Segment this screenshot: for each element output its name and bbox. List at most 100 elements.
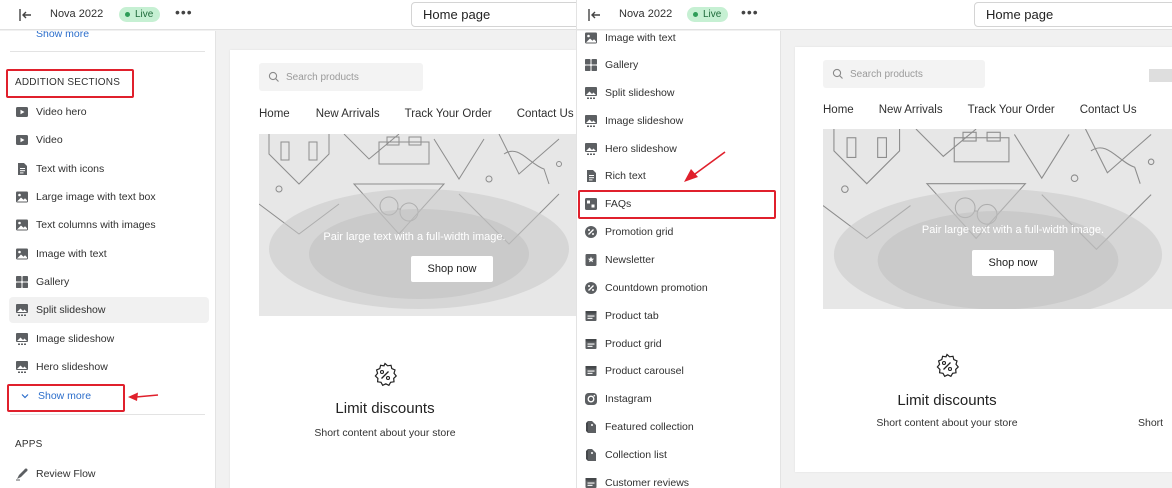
section-item-promotion-grid[interactable]: Promotion grid [578,219,774,245]
editor-topbar: Nova 2022 Live ••• Home page [0,0,576,30]
collection-icon [584,448,598,462]
store-name: Nova 2022 [619,8,673,20]
section-item-instagram[interactable]: Instagram [578,386,774,412]
section-item-image-with-text[interactable]: Image with text [578,31,774,51]
slideshow-icon [15,360,29,374]
page-selector[interactable]: Home page [974,2,1172,27]
discount-icon [584,281,598,295]
editor-panel-left: Nova 2022 Live ••• Home page Show more A… [0,0,576,488]
section-item-featured-collection[interactable]: Featured collection [578,414,774,440]
nav-link-track-order[interactable]: Track Your Order [405,108,492,120]
section-item-gallery[interactable]: Gallery [9,269,209,295]
app-item-review-flow[interactable]: Review Flow [9,461,209,487]
grid-icon [584,58,598,72]
page-selector[interactable]: Home page [411,2,576,27]
nav-link-track-order[interactable]: Track Your Order [968,104,1055,116]
review-icon [15,467,29,481]
shop-now-button[interactable]: Shop now [972,250,1054,276]
section-item-image-slideshow[interactable]: Image slideshow [578,108,774,134]
editor-topbar: Nova 2022 Live ••• Home page [577,0,1172,30]
search-icon [268,71,280,83]
promo-subtitle-partial: Short [1138,417,1164,429]
more-actions-button[interactable]: ••• [175,4,193,20]
highlight-addition-sections [6,69,134,98]
search-input[interactable]: Search products [823,60,985,88]
section-item-rich-text[interactable]: Rich text [578,163,774,189]
nav-link-home[interactable]: Home [823,104,854,116]
section-item-countdown-promotion[interactable]: Countdown promotion [578,275,774,301]
video-icon [15,133,29,147]
section-item-newsletter[interactable]: Newsletter [578,247,774,273]
divider [10,414,205,415]
slideshow-icon [584,114,598,128]
slideshow-icon [584,142,598,156]
hero-banner: Pair large text with a full-width image.… [823,129,1172,309]
section-item-customer-reviews[interactable]: Customer reviews [578,470,774,488]
section-item-large-image-text-box[interactable]: Large image with text box [9,184,209,210]
section-item-hero-slideshow[interactable]: Hero slideshow [9,354,209,380]
arrow-left-icon [128,392,159,401]
document-icon [584,169,598,183]
nav-link-new-arrivals[interactable]: New Arrivals [879,104,943,116]
nav-link-home[interactable]: Home [259,108,290,120]
hero-text: Pair large text with a full-width image. [323,231,506,243]
store-name: Nova 2022 [50,8,104,20]
highlight-faqs [578,190,776,219]
section-item-split-slideshow[interactable]: Split slideshow [578,80,774,106]
instagram-icon [584,392,598,406]
slideshow-icon [584,86,598,100]
section-item-image-slideshow[interactable]: Image slideshow [9,326,209,352]
nav-link-new-arrivals[interactable]: New Arrivals [316,108,380,120]
section-item-collection-list[interactable]: Collection list [578,442,774,468]
nav-link-contact[interactable]: Contact Us [1080,104,1137,116]
section-item-text-columns-images[interactable]: Text columns with images [9,212,209,238]
shop-now-button[interactable]: Shop now [411,256,493,282]
hero-banner: Pair large text with a full-width image.… [259,134,576,316]
section-item-split-slideshow[interactable]: Split slideshow [9,297,209,323]
apps-title: APPS [15,439,43,450]
arrow-down-left-icon [684,151,726,182]
section-item-product-carousel[interactable]: Product carousel [578,358,774,384]
store-preview: Search products Home New Arrivals Track … [230,50,576,488]
exit-icon[interactable] [17,7,33,23]
promo-subtitle: Short content about your store [876,417,1018,429]
search-input[interactable]: Search products [259,63,423,91]
live-badge: Live [119,7,161,22]
section-item-product-grid[interactable]: Product grid [578,331,774,357]
section-item-hero-slideshow[interactable]: Hero slideshow [578,136,774,162]
store-preview: Search products Home New Arrivals Track … [795,47,1172,472]
star-icon [584,253,598,267]
highlight-show-more [7,384,125,412]
slideshow-icon [15,303,29,317]
image-icon [15,190,29,204]
hero-text: Pair large text with a full-width image. [921,224,1105,236]
discount-badge-icon [372,362,398,388]
nav-link-contact[interactable]: Contact Us [517,108,574,120]
section-item-text-with-icons[interactable]: Text with icons [9,156,209,182]
cart-placeholder [1149,69,1172,82]
main-nav: Home New Arrivals Track Your Order Conta… [823,104,1137,116]
discount-badge-icon [934,353,960,379]
main-nav: Home New Arrivals Track Your Order Conta… [259,108,574,120]
promo-subtitle: Short content about your store [314,427,456,439]
product-icon [584,476,598,488]
product-icon [584,337,598,351]
product-icon [584,364,598,378]
video-icon [15,105,29,119]
document-icon [15,162,29,176]
hero-background-image [823,129,1172,309]
image-icon [15,247,29,261]
section-item-image-with-text[interactable]: Image with text [9,241,209,267]
divider [10,51,205,52]
section-item-video-hero[interactable]: Video hero [9,99,209,125]
more-actions-button[interactable]: ••• [741,4,759,20]
exit-icon[interactable] [586,7,602,23]
section-item-product-tab[interactable]: Product tab [578,303,774,329]
grid-icon [15,275,29,289]
live-badge: Live [687,7,729,22]
discount-icon [584,225,598,239]
show-more-link-top[interactable]: Show more [36,31,89,40]
section-item-gallery[interactable]: Gallery [578,52,774,78]
image-icon [15,218,29,232]
section-item-video[interactable]: Video [9,127,209,153]
